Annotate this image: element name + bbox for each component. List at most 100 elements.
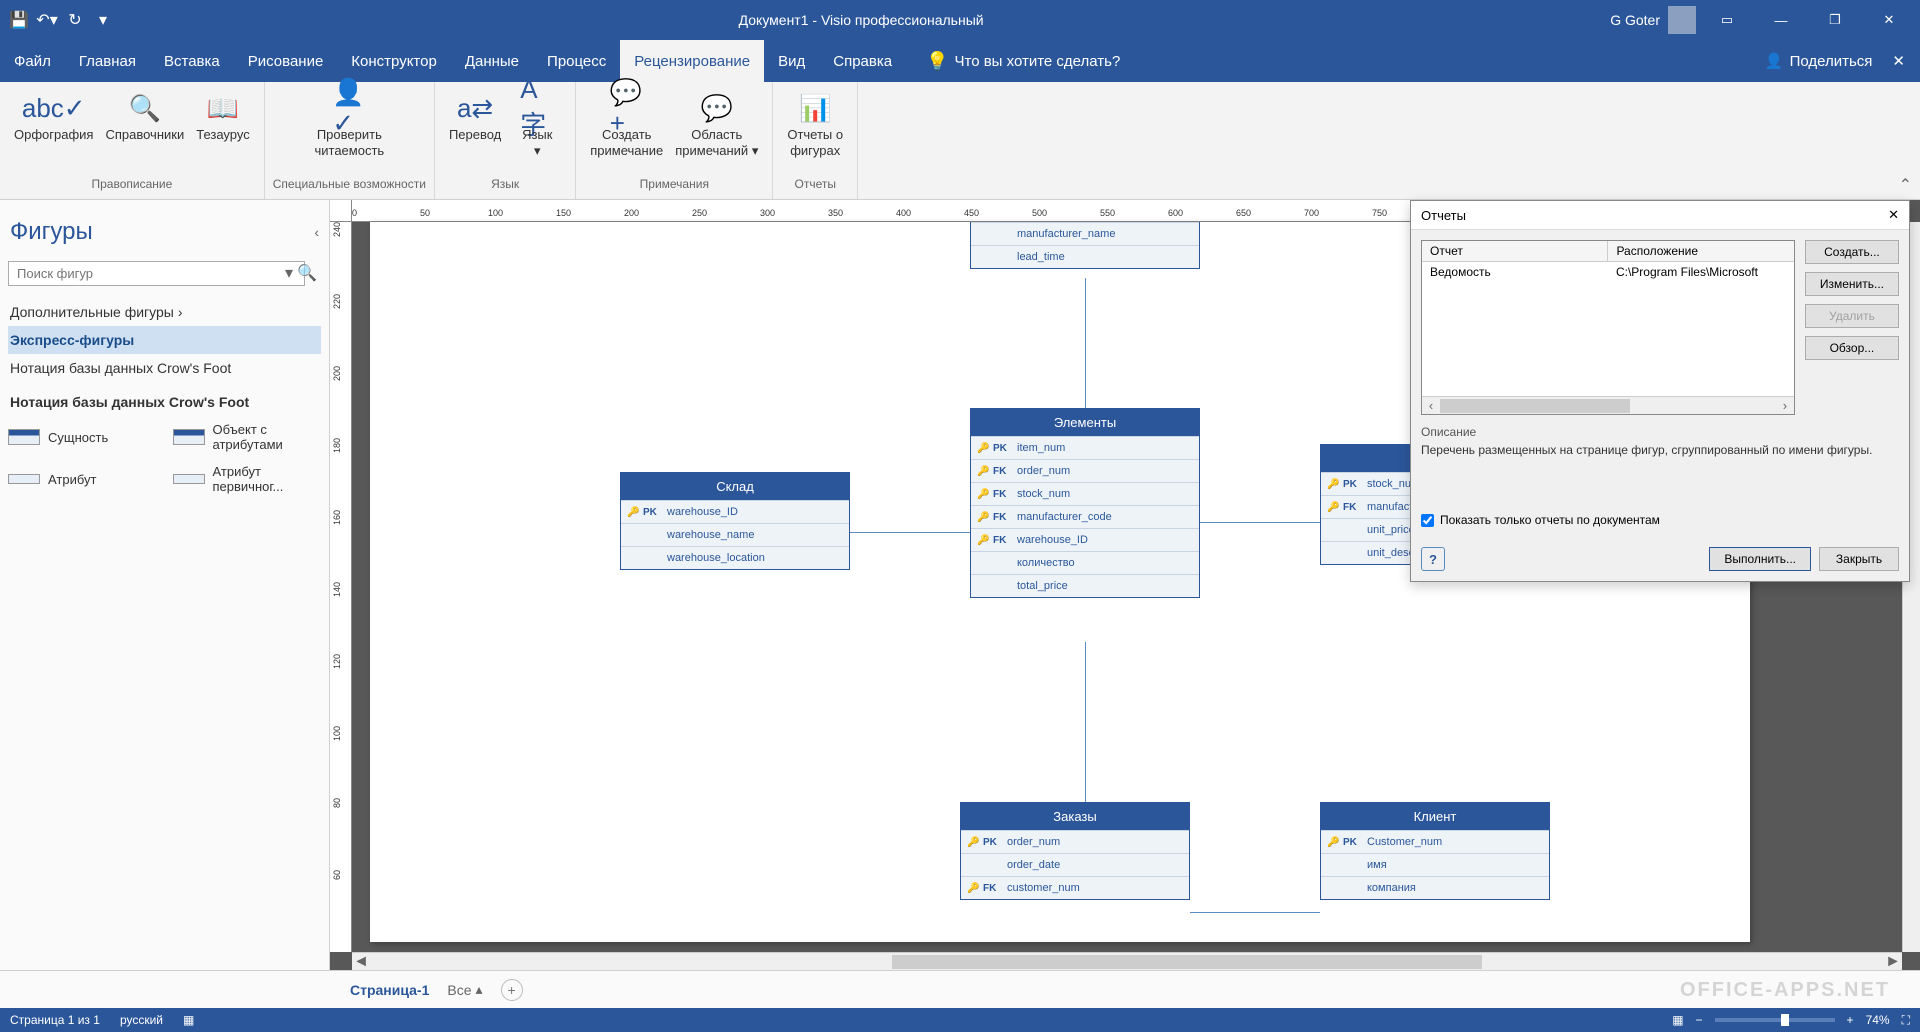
col-report: Отчет [1422, 241, 1608, 261]
thesaurus-icon: 📖 [206, 91, 240, 125]
search-button[interactable]: 🔍 [293, 260, 321, 286]
shape-pk-attribute[interactable]: Атрибут первичног... [173, 460, 322, 498]
minimize-button[interactable]: — [1758, 0, 1804, 40]
shapes-search-input[interactable] [8, 261, 305, 286]
language-button[interactable]: A字Язык▾ [507, 87, 567, 162]
ribbon-display-icon[interactable]: ▭ [1704, 0, 1750, 40]
research-button[interactable]: 🔍Справочники [99, 87, 190, 147]
search-dropdown-icon[interactable]: ▾ [285, 263, 293, 283]
thesaurus-button[interactable]: 📖Тезаурус [190, 87, 256, 147]
avatar[interactable] [1668, 6, 1696, 34]
modify-button[interactable]: Изменить... [1805, 272, 1899, 296]
connector[interactable] [1200, 522, 1320, 523]
doc-reports-only-checkbox[interactable] [1421, 514, 1434, 527]
stencil-title: Нотация базы данных Crow's Foot [8, 382, 321, 418]
zoom-value[interactable]: 74% [1866, 1013, 1890, 1027]
user-name: G Goter [1610, 12, 1660, 28]
help-icon[interactable]: ? [1421, 547, 1445, 571]
chevron-right-icon: › [178, 304, 183, 320]
express-shapes-link[interactable]: Экспресс-фигуры [8, 326, 321, 354]
tab-file[interactable]: Файл [0, 40, 65, 82]
shape-reports-button[interactable]: 📊Отчеты о фигурах [781, 87, 849, 162]
tab-draw[interactable]: Рисование [234, 40, 338, 82]
tab-help[interactable]: Справка [819, 40, 906, 82]
share-button[interactable]: 👤 Поделиться [1765, 52, 1873, 70]
shape-entity[interactable]: Сущность [8, 418, 157, 456]
scroll-right-icon[interactable]: ► [1884, 953, 1902, 971]
connector[interactable] [850, 532, 970, 533]
save-icon[interactable]: 💾 [10, 11, 28, 29]
collapse-ribbon-icon[interactable]: ⌃ [1899, 175, 1912, 195]
crowsfoot-link[interactable]: Нотация базы данных Crow's Foot [8, 354, 321, 382]
presentation-mode-icon[interactable]: ▦ [1672, 1013, 1683, 1027]
scrollbar-horizontal[interactable]: ◄ ► [352, 952, 1902, 970]
language-indicator[interactable]: русский [120, 1013, 163, 1027]
delete-button: Удалить [1805, 304, 1899, 328]
all-pages-button[interactable]: Все ▴ [447, 981, 482, 998]
qat-dropdown-icon[interactable]: ▾ [94, 11, 112, 29]
zoom-out-icon[interactable]: − [1696, 1013, 1703, 1027]
zoom-in-icon[interactable]: + [1847, 1013, 1854, 1027]
language-icon: A字 [520, 91, 554, 125]
connector[interactable] [1085, 278, 1086, 408]
undo-icon[interactable]: ↶▾ [38, 11, 56, 29]
macro-recorder-icon[interactable]: ▦ [183, 1013, 194, 1027]
scroll-thumb[interactable] [1440, 399, 1630, 413]
table-row[interactable]: Ведомость C:\Program Files\Microsoft [1422, 262, 1794, 282]
group-language: a⇄Перевод A字Язык▾ Язык [435, 82, 576, 199]
collapse-panel-icon[interactable]: ‹ [314, 224, 319, 240]
connector[interactable] [1085, 642, 1086, 802]
tab-home[interactable]: Главная [65, 40, 150, 82]
shape-entity-attr[interactable]: Объект с атрибутами [173, 418, 322, 456]
page-tab-1[interactable]: Страница-1 [350, 982, 429, 998]
close-pane-icon[interactable]: ✕ [1892, 52, 1905, 70]
tab-design[interactable]: Конструктор [337, 40, 451, 82]
more-shapes-link[interactable]: Дополнительные фигуры › [8, 298, 321, 326]
tell-me-search[interactable]: 💡 Что вы хотите сделать? [926, 51, 1120, 72]
entity-elements[interactable]: Элементы 🔑PKitem_num 🔑FKorder_num 🔑FKsto… [970, 408, 1200, 598]
close-dialog-button[interactable]: Закрыть [1819, 547, 1899, 571]
entity-client[interactable]: Клиент 🔑PKCustomer_num имя компания [1320, 802, 1550, 900]
spelling-icon: abc✓ [37, 91, 71, 125]
comments-pane-button[interactable]: 💬Область примечаний ▾ [669, 87, 764, 162]
entity-header: Элементы [971, 409, 1199, 436]
run-button[interactable]: Выполнить... [1709, 547, 1811, 571]
entity-manufacturer[interactable]: manufacturer_name lead_time [970, 222, 1200, 269]
tab-view[interactable]: Вид [764, 40, 819, 82]
col-location: Расположение [1608, 241, 1793, 261]
browse-button[interactable]: Обзор... [1805, 336, 1899, 360]
page-indicator[interactable]: Страница 1 из 1 [10, 1013, 100, 1027]
reports-table[interactable]: Отчет Расположение Ведомость C:\Program … [1421, 240, 1795, 415]
shape-attribute[interactable]: Атрибут [8, 460, 157, 498]
redo-icon[interactable]: ↻ [66, 11, 84, 29]
entity-warehouse[interactable]: Склад 🔑PKwarehouse_ID warehouse_name war… [620, 472, 850, 570]
maximize-button[interactable]: ❐ [1812, 0, 1858, 40]
add-page-button[interactable]: + [501, 979, 523, 1001]
scroll-right-icon[interactable]: › [1776, 397, 1794, 415]
window-title: Документ1 - Visio профессиональный [112, 12, 1610, 28]
close-button[interactable]: ✕ [1866, 0, 1912, 40]
tab-insert[interactable]: Вставка [150, 40, 234, 82]
reports-dialog: Отчеты ✕ Отчет Расположение Ведомость C:… [1410, 200, 1910, 582]
zoom-slider[interactable] [1715, 1018, 1835, 1022]
reports-icon: 📊 [798, 91, 832, 125]
ribbon-content: abc✓Орфография 🔍Справочники 📖Тезаурус Пр… [0, 82, 1920, 200]
dialog-close-icon[interactable]: ✕ [1888, 207, 1899, 223]
group-accessibility: 👤✓Проверить читаемость Специальные возмо… [265, 82, 435, 199]
translate-button[interactable]: a⇄Перевод [443, 87, 507, 147]
fit-page-icon[interactable]: ⛶ [1902, 1013, 1910, 1028]
tab-review[interactable]: Рецензирование [620, 40, 764, 82]
entity-orders[interactable]: Заказы 🔑PKorder_num order_date 🔑FKcustom… [960, 802, 1190, 900]
create-button[interactable]: Создать... [1805, 240, 1899, 264]
connector[interactable] [1190, 912, 1320, 913]
scroll-thumb[interactable] [892, 955, 1482, 969]
ribbon-tabs: Файл Главная Вставка Рисование Конструкт… [0, 40, 1920, 82]
spelling-button[interactable]: abc✓Орфография [8, 87, 99, 147]
scroll-left-icon[interactable]: ‹ [1422, 397, 1440, 415]
check-accessibility-button[interactable]: 👤✓Проверить читаемость [308, 87, 390, 162]
reports-table-scrollbar[interactable]: ‹ › [1422, 396, 1794, 414]
checkbox-label: Показать только отчеты по документам [1440, 513, 1660, 527]
scroll-left-icon[interactable]: ◄ [352, 953, 370, 971]
new-comment-button[interactable]: 💬+Создать примечание [584, 87, 669, 162]
shapes-panel: Фигуры ‹ ▾ 🔍 Дополнительные фигуры › Экс… [0, 200, 330, 970]
